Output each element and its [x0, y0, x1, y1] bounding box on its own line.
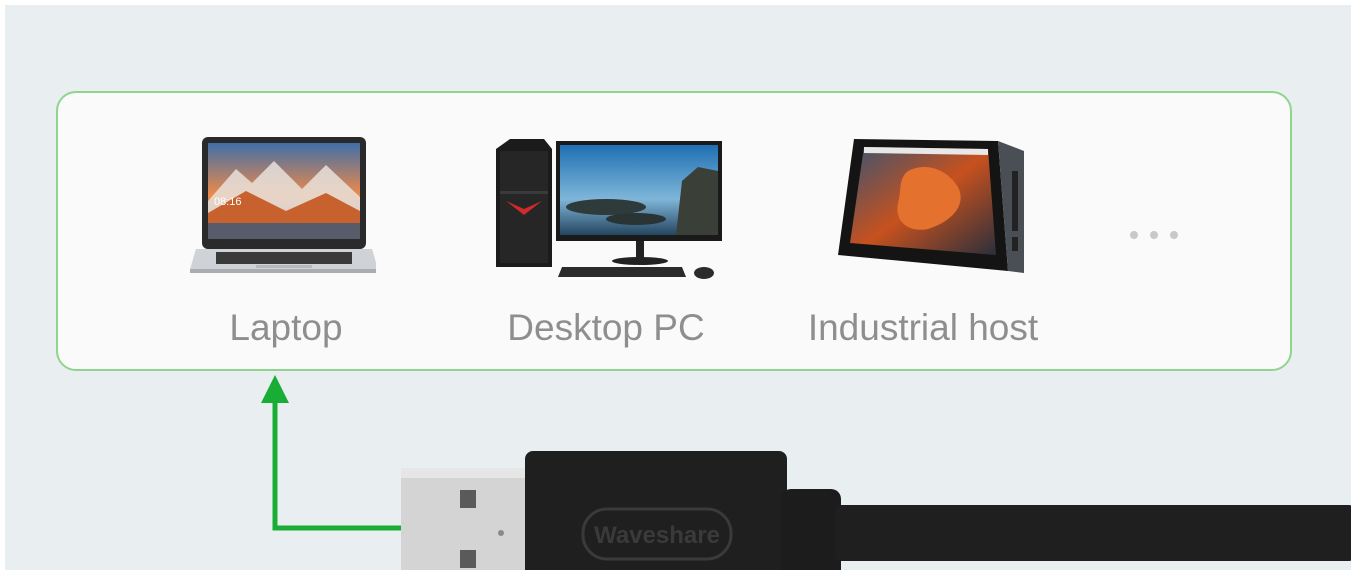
- usb-cable: Waveshare: [401, 451, 1351, 570]
- connection-illustration: 08:16 Laptop Desktop PC Industrial host …: [5, 5, 1351, 570]
- brand-logo-text: Waveshare: [594, 522, 720, 549]
